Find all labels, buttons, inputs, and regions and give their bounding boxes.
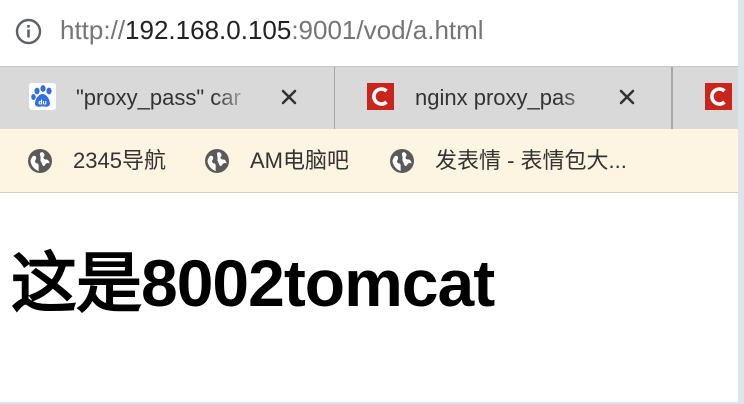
svg-text:du: du — [38, 100, 47, 107]
url-path: :9001/vod/a.html — [291, 15, 484, 45]
globe-icon — [28, 149, 52, 173]
browser-window: http://192.168.0.105:9001/vod/a.html du … — [0, 0, 744, 404]
tab-proxy-pass[interactable]: du "proxy_pass" car — [0, 67, 335, 129]
csdn-c-icon — [705, 83, 732, 110]
globe-icon — [205, 149, 229, 173]
bookmark-label: AM电脑吧 — [250, 148, 350, 173]
address-bar[interactable]: http://192.168.0.105:9001/vod/a.html — [0, 0, 738, 66]
bookmark-label: 发表情 - 表情包大... — [435, 148, 627, 173]
tab-strip: du "proxy_pass" car nginx proxy_pas — [0, 66, 738, 129]
bookmark-2345[interactable]: 2345导航 — [27, 146, 187, 176]
info-circle-icon[interactable] — [15, 18, 42, 45]
url-host: 192.168.0.105 — [125, 15, 292, 45]
page-heading: 这是8002tomcat — [11, 246, 495, 320]
bookmark-label: 2345导航 — [73, 148, 166, 173]
bookmarks-bar: 2345导航 AM电脑吧 发表情 - 表情包大... — [0, 129, 738, 193]
close-icon[interactable] — [617, 87, 637, 107]
tab-title: nginx proxy_pas — [415, 85, 576, 110]
baidu-paw-icon: du — [29, 83, 56, 110]
tab-csdn-partial[interactable] — [672, 67, 738, 129]
csdn-c-icon — [367, 83, 394, 110]
tab-nginx-proxy-pass[interactable]: nginx proxy_pas — [335, 67, 672, 129]
page-content: 这是8002tomcat — [0, 193, 738, 404]
close-icon[interactable] — [279, 87, 299, 107]
url-text[interactable]: http://192.168.0.105:9001/vod/a.html — [60, 13, 484, 47]
tab-title: "proxy_pass" car — [76, 85, 241, 110]
bookmark-am[interactable]: AM电脑吧 — [204, 146, 374, 176]
url-scheme: http:// — [60, 15, 126, 45]
bookmark-emoji[interactable]: 发表情 - 表情包大... — [389, 146, 729, 176]
globe-icon — [390, 149, 414, 173]
